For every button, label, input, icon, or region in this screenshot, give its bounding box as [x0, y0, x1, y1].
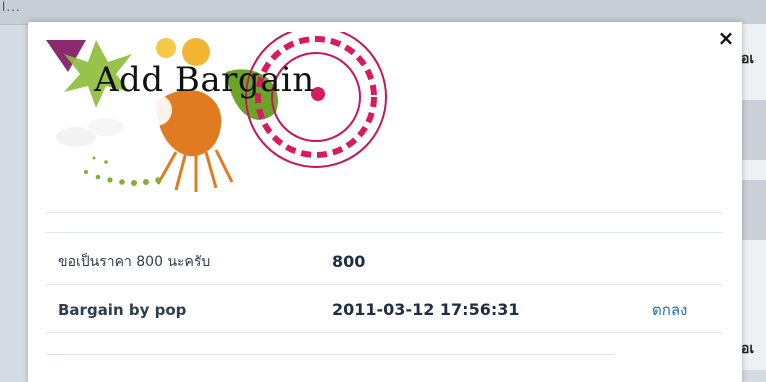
bargain-price: 800 [332, 252, 366, 271]
banner-decoration: Add Bargain [46, 26, 396, 202]
accept-link[interactable]: ตกลง [652, 292, 687, 328]
close-icon[interactable]: × [716, 28, 736, 48]
divider [46, 232, 722, 233]
bargain-timestamp: 2011-03-12 17:56:31 [332, 300, 520, 319]
bargain-message: ขอเป็นราคา 800 นะครับ [58, 254, 211, 270]
bargain-row: ขอเป็นราคา 800 นะครับ 800 [46, 244, 722, 280]
background-right-text: อเ [741, 51, 755, 67]
bargain-row: Bargain by pop 2011-03-12 17:56:31 ตกลง [46, 292, 722, 328]
bargain-by-label: Bargain by pop [58, 301, 187, 319]
divider [46, 332, 722, 333]
background-band [742, 180, 766, 240]
add-bargain-modal: × Add Bargain ขอเป็นราคา 800 นะครับ 800 … [28, 22, 742, 382]
modal-title: Add Bargain [94, 60, 315, 100]
floral-decoration-graphic [46, 26, 387, 192]
divider [46, 354, 614, 355]
background-right-text: อเ [741, 341, 755, 357]
divider [46, 212, 722, 213]
background-dots: l... [2, 0, 21, 14]
background-band [742, 100, 766, 160]
divider [46, 284, 722, 285]
